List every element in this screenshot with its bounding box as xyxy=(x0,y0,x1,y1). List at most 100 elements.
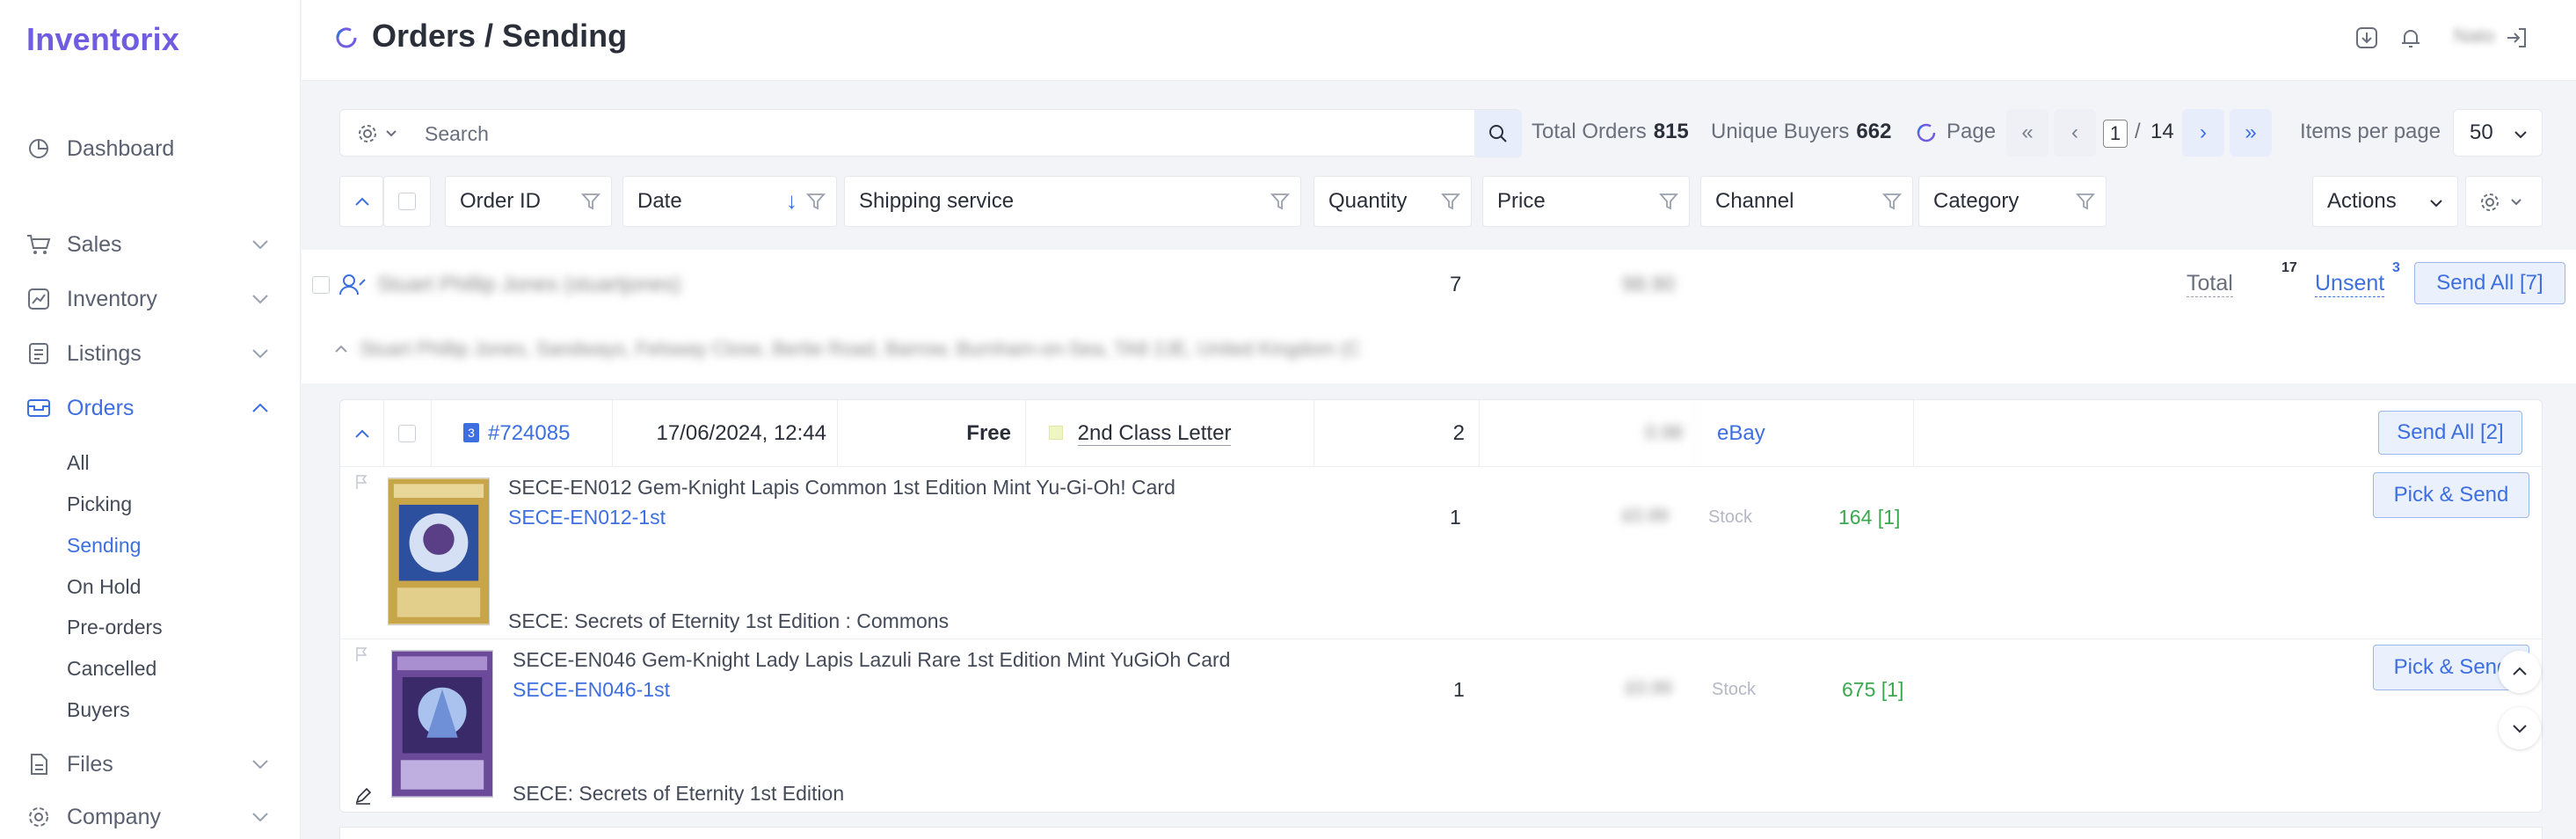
actions-dropdown[interactable]: Actions xyxy=(2312,176,2458,227)
column-date[interactable]: Date ↓ xyxy=(622,176,837,227)
shipping-cost: Free xyxy=(838,400,1026,467)
pick-send-button[interactable]: Pick & Send xyxy=(2373,472,2529,518)
unsent-label[interactable]: Unsent xyxy=(2315,271,2385,297)
chevron-down-icon xyxy=(252,295,268,304)
order-checkbox[interactable] xyxy=(398,425,416,442)
filter-icon[interactable] xyxy=(581,192,600,211)
order-date: 17/06/2024, 12:44 xyxy=(613,400,838,467)
sidebar-subitem-buyers[interactable]: Buyers xyxy=(67,698,130,722)
logout-icon[interactable] xyxy=(2503,25,2529,51)
select-all-cell xyxy=(383,176,431,227)
scroll-up-button[interactable] xyxy=(2499,651,2541,693)
item-price: £0.99 xyxy=(1622,506,1669,526)
column-category[interactable]: Category xyxy=(1918,176,2107,227)
item-sku-link[interactable]: SECE-EN046-1st xyxy=(513,678,670,702)
filter-icon[interactable] xyxy=(2076,192,2095,211)
user-name[interactable]: Nato xyxy=(2454,25,2494,47)
refresh-icon[interactable] xyxy=(1915,121,1938,144)
filter-icon[interactable] xyxy=(1270,192,1290,211)
filter-icon[interactable] xyxy=(806,192,826,211)
flag-icon[interactable] xyxy=(354,646,368,662)
stock-value: 675 [1] xyxy=(1842,678,1904,701)
order-row: 3 #724085 17/06/2024, 12:44 Free 2nd Cla… xyxy=(340,400,2542,467)
search-input[interactable] xyxy=(425,117,1409,150)
sidebar-subitem-sending[interactable]: Sending xyxy=(67,534,141,558)
sidebar-item-listings[interactable]: Listings xyxy=(26,334,273,373)
page-title: Orders / Sending xyxy=(372,18,628,54)
group-checkbox[interactable] xyxy=(312,276,330,294)
column-price[interactable]: Price xyxy=(1482,176,1690,227)
shipping-service[interactable]: 2nd Class Letter xyxy=(1077,421,1232,446)
chevron-up-icon xyxy=(2513,667,2527,675)
column-settings-button[interactable] xyxy=(2465,176,2543,227)
sidebar-item-label: Orders xyxy=(67,395,135,420)
list-icon xyxy=(26,341,51,366)
page-input[interactable]: 1 xyxy=(2103,120,2128,148)
sidebar-subitem-on-hold[interactable]: On Hold xyxy=(67,575,141,599)
last-page-button[interactable]: » xyxy=(2230,109,2272,157)
buyer-name[interactable]: Stuart Phillip Jones (stuartjones) xyxy=(377,273,681,297)
product-image[interactable] xyxy=(388,478,490,625)
sort-desc-icon[interactable]: ↓ xyxy=(786,187,797,215)
sidebar-item-sales[interactable]: Sales xyxy=(26,225,273,264)
brand-logo[interactable]: Inventorix xyxy=(26,21,179,58)
group-price: 98.90 xyxy=(1622,273,1676,296)
order-card: 3 #724085 17/06/2024, 12:44 Free 2nd Cla… xyxy=(339,399,2543,813)
column-quantity[interactable]: Quantity xyxy=(1313,176,1472,227)
chevron-up-icon[interactable] xyxy=(333,341,349,357)
download-icon[interactable] xyxy=(2354,25,2380,51)
column-channel[interactable]: Channel xyxy=(1700,176,1913,227)
scroll-down-button[interactable] xyxy=(2499,707,2541,749)
next-page-button[interactable]: › xyxy=(2182,109,2224,157)
chevron-down-icon xyxy=(252,813,268,822)
sidebar-item-label: Files xyxy=(67,751,113,777)
total-orders-stat: Total Orders 815 xyxy=(1532,120,1689,143)
letter-icon xyxy=(1049,426,1063,440)
order-price: 0.98 xyxy=(1480,400,1696,467)
chart-icon xyxy=(26,287,51,311)
order-id-link[interactable]: #724085 xyxy=(488,421,570,445)
sidebar-item-files[interactable]: Files xyxy=(26,745,273,784)
sidebar-subitem-pre-orders[interactable]: Pre-orders xyxy=(67,616,163,639)
sidebar-item-orders[interactable]: Orders xyxy=(26,389,273,427)
filter-icon[interactable] xyxy=(1882,192,1902,211)
send-all-group-button[interactable]: Send All [7] xyxy=(2414,262,2565,304)
select-all-checkbox[interactable] xyxy=(398,193,416,210)
collapse-all-button[interactable] xyxy=(339,176,383,227)
sidebar-subitem-all[interactable]: All xyxy=(67,451,90,475)
column-shipping-service[interactable]: Shipping service xyxy=(844,176,1301,227)
item-quantity: 1 xyxy=(1453,678,1465,701)
filter-icon[interactable] xyxy=(1441,192,1460,211)
search-button[interactable] xyxy=(1474,110,1522,157)
sidebar-subitem-cancelled[interactable]: Cancelled xyxy=(67,657,156,681)
first-page-button[interactable]: « xyxy=(2006,109,2048,157)
group-quantity: 7 xyxy=(1450,273,1462,296)
sidebar-item-company[interactable]: Company xyxy=(26,798,273,836)
chevron-down-icon xyxy=(252,240,268,250)
edit-icon[interactable] xyxy=(354,787,372,805)
sidebar-subitem-picking[interactable]: Picking xyxy=(67,492,132,516)
bell-icon[interactable] xyxy=(2398,25,2424,51)
stock-value: 164 [1] xyxy=(1838,506,1901,529)
prev-page-button[interactable]: ‹ xyxy=(2054,109,2096,157)
filter-icon[interactable] xyxy=(1659,192,1678,211)
sidebar-item-dashboard[interactable]: Dashboard xyxy=(26,129,273,168)
collapse-order-cell[interactable] xyxy=(340,400,384,467)
item-category: SECE: Secrets of Eternity 1st Edition : … xyxy=(508,609,950,632)
buyer-group: Stuart Phillip Jones (stuartjones) 7 98.… xyxy=(302,250,2576,383)
item-sku-link[interactable]: SECE-EN012-1st xyxy=(508,506,666,529)
total-label[interactable]: Total xyxy=(2187,271,2233,297)
item-title: SECE-EN046 Gem-Knight Lady Lapis Lazuli … xyxy=(513,648,1231,671)
order-channel[interactable]: eBay xyxy=(1696,400,1914,467)
search-settings-button[interactable] xyxy=(358,122,402,145)
sidebar: Inventorix Dashboard Sales Inventory Lis… xyxy=(0,0,301,839)
column-order-id[interactable]: Order ID xyxy=(445,176,612,227)
flag-icon[interactable] xyxy=(354,474,368,490)
chevron-up-icon xyxy=(355,197,369,206)
search-icon xyxy=(1489,125,1507,142)
refresh-icon[interactable] xyxy=(333,25,360,51)
product-image[interactable] xyxy=(391,650,493,798)
sidebar-item-inventory[interactable]: Inventory xyxy=(26,280,273,318)
items-per-page-select[interactable]: 50 xyxy=(2453,109,2543,157)
send-all-order-button[interactable]: Send All [2] xyxy=(2378,411,2522,455)
